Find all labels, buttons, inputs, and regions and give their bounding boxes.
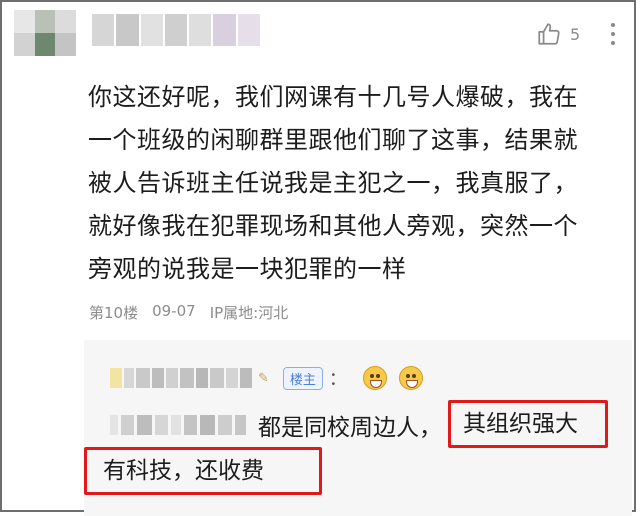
comment-line: 旁观的说我是一块犯罪的一样	[88, 255, 407, 283]
comment-meta: 第10楼 09-07 IP属地:河北	[89, 302, 288, 323]
like-count: 5	[570, 24, 581, 44]
ip-location: IP属地:河北	[209, 304, 289, 322]
comment-line: 被人告诉班主任说我是主犯之一，我真服了，	[88, 169, 578, 197]
comment-line: 你这还好呢，我们网课有十几号人爆破，我在	[88, 83, 578, 111]
username[interactable]	[92, 14, 260, 46]
vertical-dots-icon	[611, 23, 615, 27]
like-button[interactable]: 5	[536, 20, 580, 48]
comment-line: 就好像我在犯罪现场和其他人旁观，突然一个	[88, 212, 578, 240]
comment-line: 一个班级的闲聊群里跟他们聊了这事，结果就	[88, 126, 578, 154]
star-icon: ✎	[258, 370, 269, 386]
owner-badge: 楼主	[282, 366, 323, 390]
reply-content: 都是同校周边人，	[110, 405, 442, 445]
reply-text: 都是同校周边人，	[258, 415, 442, 441]
highlighted-text: 有科技，还收费	[84, 447, 322, 495]
reply-colon: ：	[328, 369, 347, 390]
mentioned-user[interactable]	[110, 415, 246, 435]
grinning-face-icon	[398, 366, 423, 390]
highlighted-text: 其组织强大	[448, 400, 608, 448]
comment-date: 09-07	[152, 302, 196, 320]
floor-number: 第10楼	[89, 304, 139, 322]
avatar[interactable]	[14, 10, 76, 56]
reply-author[interactable]	[110, 368, 252, 388]
comment-body: 你这还好呢，我们网课有十几号人爆破，我在 一个班级的闲聊群里跟他们聊了这事，结果…	[88, 76, 628, 291]
grinning-face-icon	[362, 366, 387, 390]
more-options-button[interactable]	[602, 20, 624, 48]
reply-header: ✎ 楼主 ：	[110, 360, 423, 396]
thumbs-up-icon	[538, 23, 560, 45]
